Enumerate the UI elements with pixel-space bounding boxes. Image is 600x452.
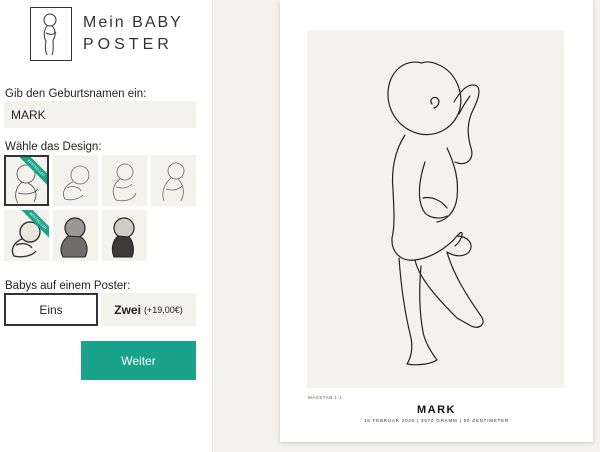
baby-sketch-dark-icon: [60, 217, 88, 258]
babies-two-button[interactable]: Zwei (+19,00€): [101, 293, 196, 326]
logo-text: Mein BABY POSTER: [83, 14, 183, 54]
poster-preview-area: MASSTAB 1:1 MARK 16 FEBRUAR 2020 | 3570 …: [214, 0, 600, 452]
name-label: Gib den Geburtsnamen ein:: [5, 88, 147, 100]
poster-birth-details: 16 FEBRUAR 2020 | 3570 GRAMM | 50 ZENTIM…: [363, 418, 510, 423]
babies-two-price: (+19,00€): [143, 304, 183, 315]
poster-baby-name: MARK: [417, 404, 456, 416]
baby-line-curled-icon: [63, 165, 90, 201]
baby-line-sitting-icon: [112, 163, 137, 202]
logo[interactable]: Mein BABY POSTER: [30, 7, 183, 61]
design-tile-2[interactable]: [53, 155, 98, 206]
poster-artwork: [307, 30, 564, 388]
poster-scale: MASSTAB 1:1: [308, 395, 343, 400]
design-tile-1[interactable]: BESTSELLER: [4, 155, 49, 206]
design-tile-3[interactable]: [102, 155, 147, 206]
logo-word-baby: BABY: [132, 14, 183, 31]
baby-logo-icon: [30, 7, 72, 61]
design-tile-5[interactable]: BESTSELLER: [4, 210, 49, 261]
logo-word-mein: Mein: [83, 14, 126, 31]
config-sidebar: Mein BABY POSTER Gib den Geburtsnamen ei…: [0, 0, 213, 452]
logo-word-poster: POSTER: [83, 36, 173, 53]
baby-sketch-curled-icon: [11, 221, 41, 258]
baby-sketch-profile-icon: [111, 217, 135, 258]
babies-one-label: Eins: [39, 302, 63, 317]
design-tile-6[interactable]: [53, 210, 98, 261]
name-input[interactable]: [4, 101, 196, 128]
next-button[interactable]: Weiter: [81, 341, 196, 380]
poster-preview: MASSTAB 1:1 MARK 16 FEBRUAR 2020 | 3570 …: [280, 0, 593, 442]
count-label: Babys auf einem Poster:: [5, 280, 131, 292]
design-tile-4[interactable]: [151, 155, 196, 206]
babies-one-button[interactable]: Eins: [4, 293, 98, 326]
baby-illustration-icon: [387, 61, 484, 366]
design-label: Wähle das Design:: [5, 141, 102, 153]
babies-two-label: Zwei: [114, 302, 141, 317]
design-tile-7[interactable]: [102, 210, 147, 261]
baby-line-side-icon: [162, 162, 185, 202]
